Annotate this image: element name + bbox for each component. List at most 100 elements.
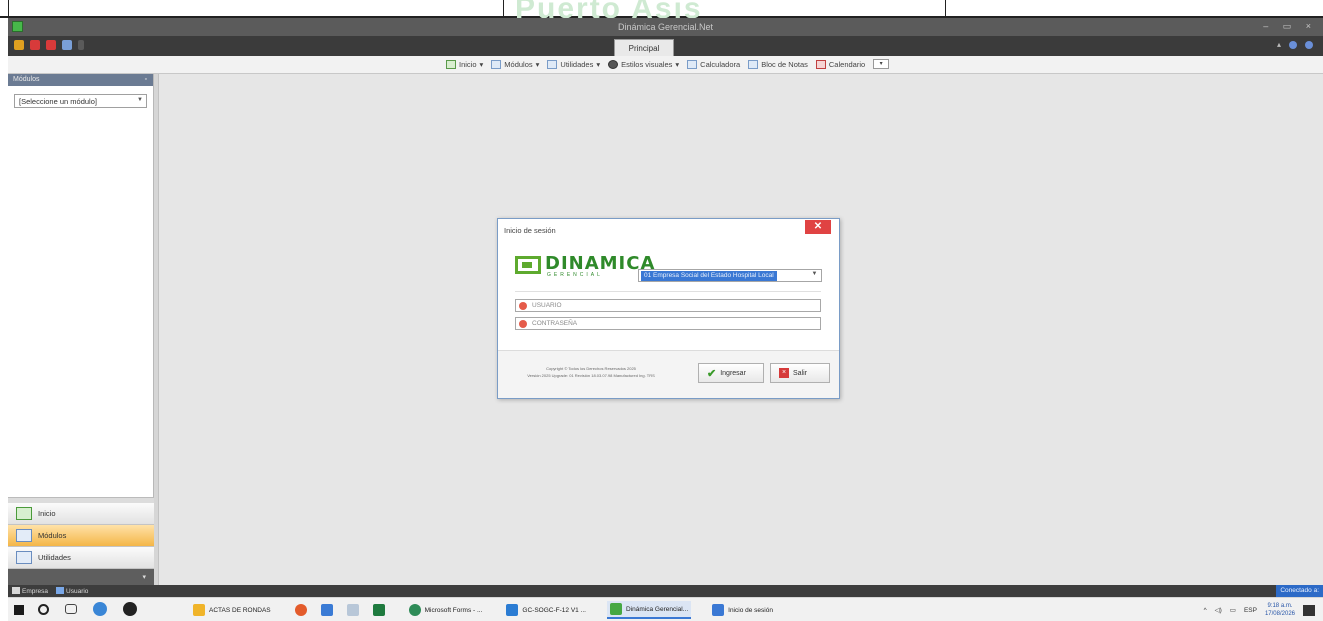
modules-icon xyxy=(16,529,32,542)
username-field[interactable]: USUARIO xyxy=(515,299,821,312)
styles-icon xyxy=(608,59,619,69)
nav-item-modulos[interactable]: Módulos xyxy=(8,525,154,547)
taskbar-app-dinamica[interactable]: Dinámica Gerencial... xyxy=(607,601,692,619)
taskbar-app-actas[interactable]: ACTAS DE RONDAS xyxy=(190,601,274,619)
company-select-value: 01 Empresa Social del Estado Hospital Lo… xyxy=(641,271,777,281)
exit-button[interactable]: × Salir xyxy=(770,363,830,383)
pin-icon[interactable]: ▫ xyxy=(145,76,147,83)
toolbar-overflow-dropdown[interactable]: ▾ xyxy=(873,59,890,69)
password-required-icon xyxy=(519,320,527,328)
notifications-icon[interactable] xyxy=(1303,604,1315,616)
left-panel-header: Módulos ▫ xyxy=(8,74,153,86)
toolbar-calculadora[interactable]: Calculadora xyxy=(687,59,740,69)
dinamica-icon xyxy=(610,603,622,615)
task-view-icon[interactable] xyxy=(65,604,77,614)
modules-icon xyxy=(491,59,502,69)
user-required-icon xyxy=(519,302,527,310)
toolbar-modulos[interactable]: Módulos ▾ xyxy=(491,59,539,69)
search-icon[interactable] xyxy=(38,603,49,615)
language-indicator[interactable]: ESP xyxy=(1244,607,1257,614)
ribbon-right-icons: ▴ xyxy=(1277,41,1313,49)
taskbar-app-gc-sogc[interactable]: GC-SOGC-F-12 V1 ... xyxy=(503,601,589,619)
toolbar-inicio[interactable]: Inicio ▾ xyxy=(446,59,483,69)
toolbar-bloc-notas[interactable]: Bloc de Notas xyxy=(748,59,808,69)
chevron-down-icon[interactable]: ▾ xyxy=(142,573,146,581)
company-select[interactable]: 01 Empresa Social del Estado Hospital Lo… xyxy=(638,269,822,282)
ribbon-tab-row: Principal ▴ xyxy=(8,36,1323,56)
document-border: Puerto Asis xyxy=(0,0,1323,25)
status-user[interactable]: Usuario xyxy=(56,587,88,595)
password-field[interactable]: CONTRASEÑA xyxy=(515,317,821,330)
taskbar-app-forms[interactable]: Microsoft Forms - ... xyxy=(406,601,486,619)
help-icon[interactable] xyxy=(1289,41,1297,49)
word-icon xyxy=(506,604,519,616)
users-icon[interactable] xyxy=(62,40,72,50)
info-icon[interactable] xyxy=(1305,41,1313,49)
dinamica-logo: DINAMICA GERENCIAL xyxy=(515,253,654,279)
notepad-icon xyxy=(748,59,759,69)
logo-sub: GERENCIAL xyxy=(547,272,603,278)
tab-principal[interactable]: Principal xyxy=(614,39,674,56)
left-panel: Módulos ▫ [Seleccione un módulo] ▼ Inici… xyxy=(8,74,154,585)
copyright-text: Copyright © Todos los Derechos Reservado… xyxy=(527,366,655,378)
divider xyxy=(945,0,946,16)
nav-bottom-bar: ▾ xyxy=(8,569,154,585)
divider xyxy=(8,0,9,16)
nav-item-inicio[interactable]: Inicio xyxy=(8,503,154,525)
toolbar-calendario[interactable]: Calendario xyxy=(815,59,865,69)
toolbar: Inicio ▾ Módulos ▾ Utilidades ▾ Estilos vis… xyxy=(8,56,1323,74)
toolbar-estilos[interactable]: Estilos visuales ▾ xyxy=(608,59,679,69)
login-icon xyxy=(712,604,725,616)
utilities-icon xyxy=(547,59,558,69)
chevron-up-icon[interactable]: ^ xyxy=(1204,607,1207,614)
left-panel-nav: Inicio Módulos Utilidades ▾ xyxy=(8,497,154,585)
status-connection: Conectado a: xyxy=(1276,585,1323,597)
calculator-icon[interactable] xyxy=(320,604,333,616)
taskbar-pinned xyxy=(292,601,388,619)
excel-icon[interactable] xyxy=(372,604,385,616)
quick-access-toolbar xyxy=(14,40,84,50)
folder-icon xyxy=(193,604,205,616)
calculator-icon xyxy=(687,59,698,69)
key-icon[interactable] xyxy=(14,40,24,50)
volume-icon[interactable]: ◁) xyxy=(1215,606,1222,614)
minimize-ribbon-icon[interactable]: ▴ xyxy=(1277,41,1281,49)
system-tray: ^ ◁) ▭ ESP 9:18 a.m. 17/08/2026 xyxy=(1204,602,1315,618)
divider xyxy=(503,0,504,16)
home-icon xyxy=(446,59,456,69)
taskbar: ACTAS DE RONDAS Microsoft Forms - ... GC… xyxy=(8,597,1323,621)
browser-icon[interactable] xyxy=(123,602,137,616)
login-button[interactable]: ✔ Ingresar xyxy=(698,363,764,383)
clock[interactable]: 9:18 a.m. 17/08/2026 xyxy=(1265,602,1295,618)
chevron-down-icon: ▼ xyxy=(811,271,818,277)
status-bar: Empresa Usuario Conectado a: xyxy=(8,585,1323,597)
chrome-icon xyxy=(408,604,421,616)
company-icon xyxy=(12,587,20,594)
network-icon[interactable]: ▭ xyxy=(1230,606,1236,614)
dropdown-icon[interactable] xyxy=(78,40,84,50)
window-titlebar[interactable]: Dinámica Gerencial.Net – ▭ × xyxy=(8,18,1323,36)
dialog-footer: Copyright © Todos los Derechos Reservado… xyxy=(498,350,839,398)
paint-icon[interactable] xyxy=(346,604,359,616)
taskbar-app-login[interactable]: Inicio de sesión xyxy=(709,601,776,619)
windows-start-icon[interactable] xyxy=(14,605,24,615)
chrome-icon[interactable] xyxy=(294,604,307,616)
home-icon xyxy=(16,507,32,520)
window-title: Dinámica Gerencial.Net xyxy=(617,22,714,32)
calendar-icon xyxy=(815,59,826,69)
module-select[interactable]: [Seleccione un módulo] ▼ xyxy=(14,94,147,108)
close-button[interactable]: ✕ xyxy=(805,220,831,234)
window-controls[interactable]: – ▭ × xyxy=(1263,21,1317,32)
status-company[interactable]: Empresa xyxy=(12,587,48,595)
exit-icon: × xyxy=(779,368,789,378)
print-icon[interactable] xyxy=(46,40,56,50)
photos-icon[interactable] xyxy=(93,602,107,616)
login-dialog: Inicio de sesión ✕ DINAMICA GERENCIAL 01… xyxy=(497,218,840,399)
nav-item-utilidades[interactable]: Utilidades xyxy=(8,547,154,569)
divider xyxy=(515,291,821,292)
save-icon[interactable] xyxy=(30,40,40,50)
user-icon xyxy=(56,587,65,594)
checkmark-icon: ✔ xyxy=(707,367,717,380)
toolbar-utilidades[interactable]: Utilidades ▾ xyxy=(547,59,600,69)
dialog-title: Inicio de sesión xyxy=(504,226,556,235)
